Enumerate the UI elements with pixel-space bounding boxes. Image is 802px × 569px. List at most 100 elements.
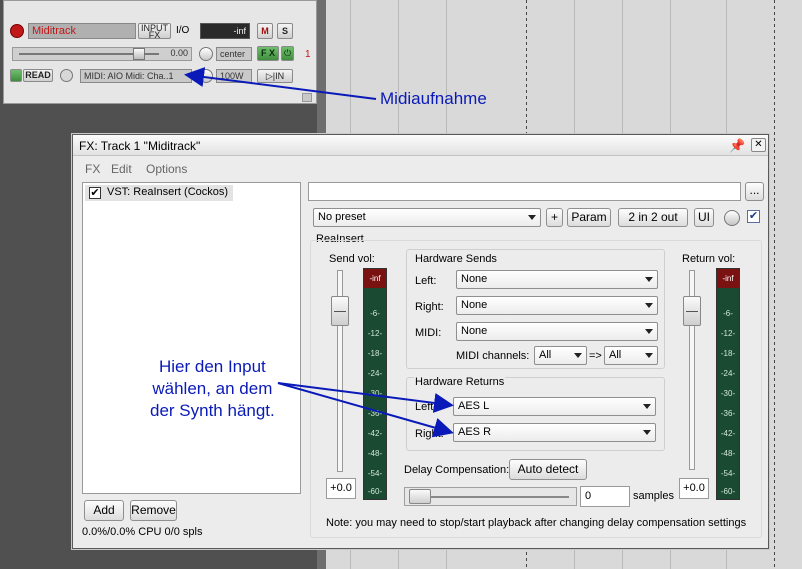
track-name-field[interactable]: Miditrack (28, 23, 136, 39)
fx-window[interactable]: FX: Track 1 "Miditrack" 📌 ✕ FX Edit Opti… (72, 134, 769, 549)
chevron-down-icon (643, 404, 651, 409)
remove-fx-button[interactable]: Remove (130, 500, 177, 521)
return-right-label: Right: (415, 428, 444, 440)
automation-mode-button[interactable]: READ (23, 69, 53, 82)
meter-tick: -48- (367, 449, 383, 458)
menu-fx[interactable]: FX (85, 162, 100, 176)
record-arm-button[interactable] (10, 24, 24, 38)
fx-chain-item-label: VST: ReaInsert (Cockos) (107, 186, 229, 198)
fx-enable-checkbox[interactable]: ✔ (89, 187, 101, 199)
pan-knob[interactable] (199, 47, 213, 61)
send-vol-value[interactable]: +0.0 (326, 478, 356, 499)
delay-compensation-label: Delay Compensation: (404, 464, 510, 476)
return-right-dropdown[interactable]: AES R (453, 423, 656, 442)
return-meter-top: -inf (717, 269, 739, 288)
annotation-midi-recording: Midiaufnahme (380, 89, 487, 108)
width-value[interactable]: 100W (216, 69, 252, 83)
return-vol-fader[interactable] (683, 296, 701, 326)
grid-line (774, 0, 775, 569)
io-routing-button[interactable]: 2 in 2 out (618, 208, 688, 227)
width-knob[interactable] (199, 69, 213, 83)
fx-bypass-checkbox[interactable]: ✔ (747, 210, 760, 223)
monitor-label: IN (275, 71, 285, 81)
input-fx-button[interactable]: INPUT FX (138, 23, 171, 40)
fx-name-field[interactable] (308, 182, 741, 201)
return-right-value: AES R (458, 426, 492, 438)
menu-edit[interactable]: Edit (111, 162, 132, 176)
add-fx-button[interactable]: Add (84, 500, 124, 521)
send-meter-top: -inf (364, 269, 386, 288)
return-left-label: Left: (415, 401, 437, 413)
delay-slider-track (409, 496, 569, 498)
fx-chain-item[interactable]: ✔ VST: ReaInsert (Cockos) (85, 185, 233, 201)
meter-tick: -42- (720, 429, 736, 438)
meter-tick: -36- (367, 409, 383, 418)
send-right-label: Right: (415, 301, 444, 313)
record-input-field[interactable]: MIDI: AIO Midi: Cha..1 (80, 69, 192, 83)
delay-slider-knob[interactable] (409, 489, 431, 504)
fx-chain-list[interactable]: ✔ VST: ReaInsert (Cockos) (82, 182, 301, 494)
midi-channels-from-value: All (539, 349, 552, 361)
phase-icon[interactable] (60, 69, 73, 82)
monitor-button[interactable]: ▷|IN (257, 69, 293, 83)
envelope-icon[interactable] (10, 69, 22, 82)
annotation-line: der Synth hängt. (150, 401, 275, 420)
return-left-value: AES L (458, 400, 490, 412)
folder-icon[interactable] (302, 93, 312, 102)
pin-icon[interactable]: 📌 (729, 138, 745, 154)
return-vol-label: Return vol: (682, 253, 736, 265)
fx-window-title: FX: Track 1 "Miditrack" (79, 139, 201, 153)
preset-dropdown[interactable]: No preset (313, 208, 541, 227)
track-number: 1 (305, 49, 311, 60)
send-left-dropdown[interactable]: None (456, 270, 658, 289)
chevron-down-icon (574, 353, 582, 358)
meter-tick: -18- (367, 349, 383, 358)
meter-tick: -24- (720, 369, 736, 378)
chevron-down-icon (645, 329, 653, 334)
solo-button[interactable]: S (277, 23, 293, 39)
close-icon[interactable]: ✕ (751, 138, 766, 152)
samples-label: samples (633, 490, 674, 502)
midi-channels-to-value: All (609, 349, 622, 361)
send-right-dropdown[interactable]: None (456, 296, 658, 315)
volume-value: 0.00 (170, 48, 188, 58)
wet-knob[interactable] (724, 210, 740, 226)
browse-button[interactable]: ... (745, 182, 764, 201)
return-left-dropdown[interactable]: AES L (453, 397, 656, 416)
delay-value-input[interactable]: 0 (580, 486, 630, 507)
fx-button[interactable]: F X (257, 46, 279, 61)
chevron-down-icon (528, 215, 536, 220)
meter-tick: -36- (720, 409, 736, 418)
send-vol-meter: -inf -6- -12- -18- -24- -30- -36- -42- -… (363, 268, 387, 500)
param-button[interactable]: Param (567, 208, 611, 227)
return-vol-value[interactable]: +0.0 (679, 478, 709, 499)
fx-menubar: FX Edit Options (73, 157, 768, 179)
meter-tick: -30- (720, 389, 736, 398)
annotation-line: wählen, an dem (152, 379, 273, 398)
send-midi-dropdown[interactable]: None (456, 322, 658, 341)
mute-button[interactable]: M (257, 23, 273, 39)
meter-tick: -48- (720, 449, 736, 458)
meter-tick: -60- (720, 487, 736, 496)
volume-slider[interactable]: 0.00 (12, 47, 192, 61)
ui-button[interactable]: UI (694, 208, 714, 227)
add-preset-button[interactable]: + (546, 208, 563, 227)
send-vol-fader[interactable] (331, 296, 349, 326)
meter-tick: -6- (370, 309, 380, 318)
hardware-sends-title: Hardware Sends (414, 253, 498, 265)
fx-window-titlebar[interactable]: FX: Track 1 "Miditrack" 📌 ✕ (73, 135, 768, 156)
delay-slider[interactable] (404, 487, 577, 506)
io-button[interactable]: I/O (176, 25, 189, 36)
meter-tick: -12- (720, 329, 736, 338)
volume-slider-knob[interactable] (133, 48, 145, 60)
preset-value: No preset (318, 211, 366, 223)
track-header[interactable]: Miditrack INPUT FX I/O -inf M S 0.00 cen… (3, 0, 317, 104)
fx-bypass-button[interactable]: ⏻ (281, 46, 294, 61)
hardware-returns-title: Hardware Returns (414, 376, 506, 388)
midi-channels-from-dropdown[interactable]: All (534, 346, 587, 365)
midi-channels-to-dropdown[interactable]: All (604, 346, 658, 365)
pan-value[interactable]: center (216, 47, 252, 61)
annotation-line: Hier den Input (158, 357, 266, 376)
menu-options[interactable]: Options (146, 162, 187, 176)
auto-detect-button[interactable]: Auto detect (509, 459, 587, 480)
